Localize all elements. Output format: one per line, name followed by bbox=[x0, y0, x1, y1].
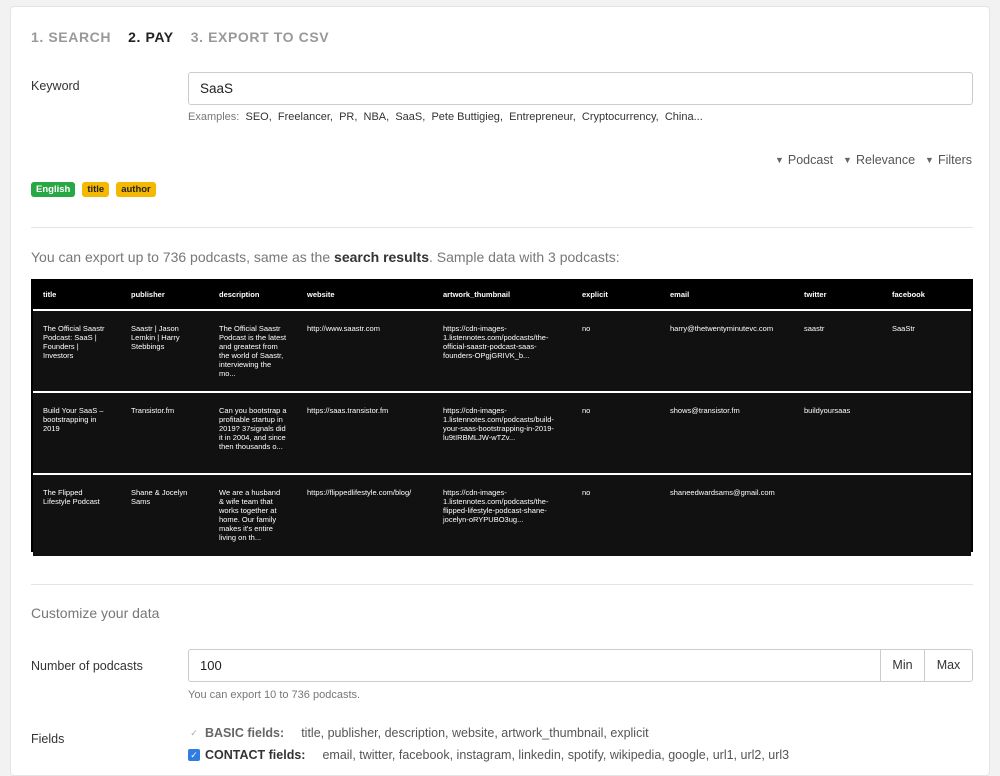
basic-fields-name: BASIC fields: bbox=[205, 726, 285, 740]
tag-language[interactable]: English bbox=[31, 182, 76, 197]
contact-fields-row: ✓ CONTACT fields: email, twitter, facebo… bbox=[188, 748, 789, 762]
table-row: The Official Saastr Podcast: SaaS | Foun… bbox=[33, 310, 971, 393]
example-nba[interactable]: NBA, bbox=[364, 111, 390, 123]
example-pr[interactable]: PR, bbox=[339, 111, 357, 123]
example-saas[interactable]: SaaS, bbox=[395, 111, 425, 123]
search-results-link[interactable]: search results bbox=[334, 249, 429, 265]
export-info-tail: . Sample data with 3 podcasts: bbox=[428, 249, 620, 265]
contact-fields-checkbox[interactable]: ✓ bbox=[188, 749, 200, 761]
column-header: twitter bbox=[794, 281, 882, 311]
filters-dropdown-label: Filters bbox=[937, 153, 972, 167]
step-export-csv[interactable]: 3. EXPORT TO CSV bbox=[191, 29, 330, 45]
table-cell: https://cdn-images-1.listennotes.com/pod… bbox=[433, 310, 572, 393]
example-pete-buttigieg[interactable]: Pete Buttigieg, bbox=[431, 111, 503, 123]
divider bbox=[31, 227, 973, 228]
column-header: artwork_thumbnail bbox=[433, 281, 572, 311]
number-of-podcasts-label: Number of podcasts bbox=[31, 659, 143, 673]
customize-title: Customize your data bbox=[31, 605, 160, 621]
step-tabs: 1. SEARCH 2. PAY 3. EXPORT TO CSV bbox=[31, 29, 329, 45]
min-button[interactable]: Min bbox=[880, 649, 925, 682]
filters-dropdown[interactable]: ▼ Filters bbox=[925, 153, 972, 167]
table-cell: Can you bootstrap a profitable startup i… bbox=[209, 392, 297, 475]
keyword-input[interactable]: SaaS bbox=[188, 72, 973, 105]
table-cell bbox=[882, 474, 971, 556]
divider bbox=[31, 584, 973, 585]
column-header: explicit bbox=[572, 281, 660, 311]
example-china[interactable]: China... bbox=[665, 111, 703, 123]
table-cell: The Official Saastr Podcast: SaaS | Foun… bbox=[33, 310, 121, 393]
example-freelancer[interactable]: Freelancer, bbox=[278, 111, 333, 123]
keyword-examples: Examples: SEO, Freelancer, PR, NBA, SaaS… bbox=[188, 111, 703, 123]
column-header: description bbox=[209, 281, 297, 311]
table-header-row: title publisher description website artw… bbox=[33, 281, 971, 311]
table-cell: harry@thetwentyminutevc.com bbox=[660, 310, 794, 393]
caret-down-icon: ▼ bbox=[774, 155, 784, 165]
number-of-podcasts-input[interactable]: 100 bbox=[188, 649, 881, 682]
table-cell bbox=[882, 392, 971, 475]
column-header: facebook bbox=[882, 281, 971, 311]
fields-label: Fields bbox=[31, 732, 65, 746]
contact-fields-list: email, twitter, facebook, instagram, lin… bbox=[322, 748, 790, 762]
table-cell: shaneedwardsams@gmail.com bbox=[660, 474, 794, 556]
table-cell: Build Your SaaS – bootstrapping in 2019 bbox=[33, 392, 121, 475]
column-header: publisher bbox=[121, 281, 209, 311]
example-cryptocurrency[interactable]: Cryptocurrency, bbox=[582, 111, 659, 123]
max-button[interactable]: Max bbox=[924, 649, 973, 682]
caret-down-icon: ▼ bbox=[843, 155, 852, 165]
example-entrepreneur[interactable]: Entrepreneur, bbox=[509, 111, 576, 123]
table-cell: https://saas.transistor.fm bbox=[297, 392, 433, 475]
active-filter-tags: English title author bbox=[31, 182, 156, 197]
table-cell: We are a husband & wife team that works … bbox=[209, 474, 297, 556]
number-of-podcasts-hint: You can export 10 to 736 podcasts. bbox=[188, 689, 361, 701]
table-cell: The Flipped Lifestyle Podcast bbox=[33, 474, 121, 556]
examples-prefix: Examples: bbox=[188, 111, 240, 123]
table-cell: saastr bbox=[794, 310, 882, 393]
basic-fields-row: ✓ BASIC fields: title, publisher, descri… bbox=[188, 726, 649, 740]
caret-down-icon: ▼ bbox=[925, 155, 934, 165]
table-cell: https://cdn-images-1.listennotes.com/pod… bbox=[433, 474, 572, 556]
column-header: website bbox=[297, 281, 433, 311]
table-cell: Saastr | Jason Lemkin | Harry Stebbings bbox=[121, 310, 209, 393]
table-cell: https://flippedlifestyle.com/blog/ bbox=[297, 474, 433, 556]
basic-fields-checkbox[interactable]: ✓ bbox=[188, 727, 200, 739]
table-cell: http://www.saastr.com bbox=[297, 310, 433, 393]
keyword-label: Keyword bbox=[31, 79, 80, 93]
tag-title[interactable]: title bbox=[82, 182, 110, 197]
relevance-dropdown-label: Relevance bbox=[855, 153, 916, 167]
step-pay[interactable]: 2. PAY bbox=[128, 29, 174, 45]
podcast-dropdown-label: Podcast bbox=[787, 153, 834, 167]
table-cell: https://cdn-images-1.listennotes.com/pod… bbox=[433, 392, 572, 475]
table-cell: Shane & Jocelyn Sams bbox=[121, 474, 209, 556]
table-cell: no bbox=[572, 474, 660, 556]
export-card: 1. SEARCH 2. PAY 3. EXPORT TO CSV Keywor… bbox=[10, 6, 990, 776]
step-search[interactable]: 1. SEARCH bbox=[31, 29, 111, 45]
sort-bar: ▼ Podcast ▼ Relevance ▼ Filters bbox=[775, 153, 972, 167]
table-row: The Flipped Lifestyle Podcast Shane & Jo… bbox=[33, 474, 971, 556]
basic-fields-list: title, publisher, description, website, … bbox=[301, 726, 649, 740]
table-cell: no bbox=[572, 392, 660, 475]
sample-data-table: title publisher description website artw… bbox=[31, 279, 973, 556]
table-cell: Transistor.fm bbox=[121, 392, 209, 475]
contact-fields-name: CONTACT fields: bbox=[205, 748, 306, 762]
example-seo[interactable]: SEO, bbox=[245, 111, 271, 123]
export-info: You can export up to 736 podcasts, same … bbox=[31, 249, 620, 265]
relevance-dropdown[interactable]: ▼ Relevance bbox=[843, 153, 915, 167]
tag-author[interactable]: author bbox=[116, 182, 156, 197]
table-cell: The Official Saastr Podcast is the lates… bbox=[209, 310, 297, 393]
column-header: email bbox=[660, 281, 794, 311]
table-row: Build Your SaaS – bootstrapping in 2019 … bbox=[33, 392, 971, 475]
podcast-dropdown[interactable]: ▼ Podcast bbox=[775, 153, 833, 167]
table-cell: no bbox=[572, 310, 660, 393]
table-cell bbox=[794, 474, 882, 556]
column-header: title bbox=[33, 281, 121, 311]
table-cell: buildyoursaas bbox=[794, 392, 882, 475]
export-info-text: You can export up to 736 podcasts, same … bbox=[31, 249, 335, 265]
table-cell: SaaStr bbox=[882, 310, 971, 393]
table-cell: shows@transistor.fm bbox=[660, 392, 794, 475]
